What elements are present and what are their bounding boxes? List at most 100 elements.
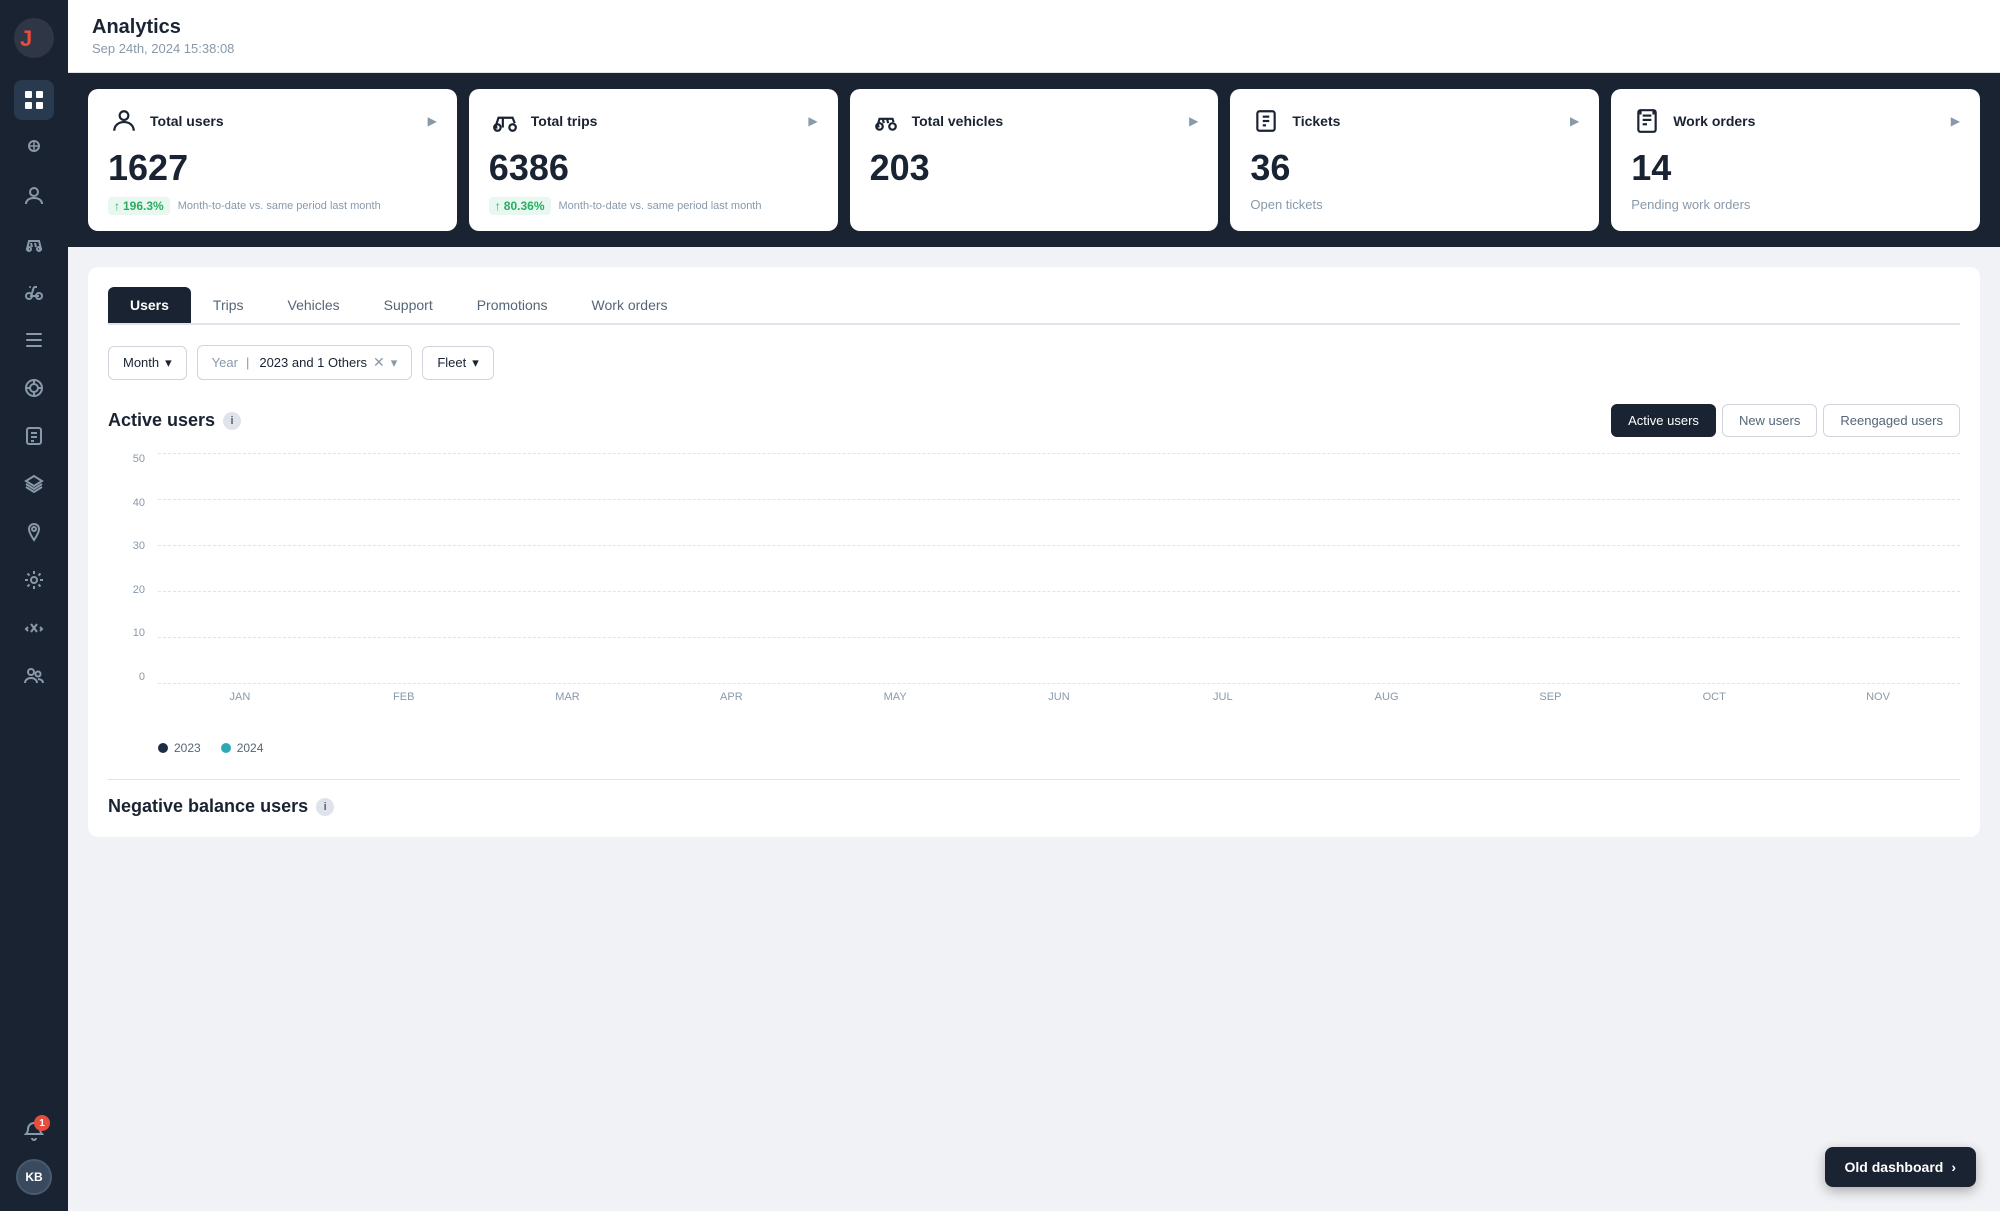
sidebar-item-users[interactable] — [14, 176, 54, 216]
stat-title-total-trips: Total trips — [531, 113, 598, 129]
sidebar-item-location[interactable] — [14, 512, 54, 552]
sidebar-item-vehicles[interactable] — [14, 224, 54, 264]
chart-info-icon[interactable]: i — [223, 412, 241, 430]
chart-legend: 2023 2024 — [108, 741, 1960, 755]
page-subtitle: Sep 24th, 2024 15:38:08 — [92, 41, 234, 56]
stat-icon-total-trips — [489, 105, 521, 137]
sidebar-item-support[interactable] — [14, 368, 54, 408]
stat-arrow-work-orders[interactable]: ▶ — [1951, 114, 1960, 128]
x-axis: JANFEBMARAPRMAYJUNJULAUGSEPOCTNOV — [158, 683, 1960, 733]
stat-sub-tickets: Open tickets — [1250, 197, 1322, 212]
stat-card-work-orders[interactable]: Work orders ▶ 14 Pending work orders — [1611, 89, 1980, 231]
chart-header: Active users i Active usersNew usersReen… — [108, 404, 1960, 437]
stat-card-header-work-orders: Work orders ▶ — [1631, 105, 1960, 137]
stat-card-header-total-vehicles: Total vehicles ▶ — [870, 105, 1199, 137]
sidebar-item-map[interactable] — [14, 128, 54, 168]
year-filter[interactable]: Year | 2023 and 1 Others ✕ ▾ — [197, 345, 413, 380]
tab-support[interactable]: Support — [362, 287, 455, 323]
year-filter-clear[interactable]: ✕ — [373, 354, 385, 371]
main-content: Analytics Sep 24th, 2024 15:38:08 Total … — [68, 0, 2000, 1211]
app-logo[interactable]: J — [12, 16, 56, 60]
stat-value-tickets: 36 — [1250, 147, 1579, 189]
sidebar-notifications[interactable]: 1 — [14, 1111, 54, 1151]
stat-icon-total-vehicles — [870, 105, 902, 137]
sidebar-item-ebikes[interactable] — [14, 272, 54, 312]
bar-chart: 01020304050 JANFEBMARAPRMAYJUNJULAUGSEPO… — [108, 453, 1960, 733]
chart-section: Active users i Active usersNew usersReen… — [108, 404, 1960, 755]
chevron-down-icon: ▾ — [165, 355, 172, 371]
stat-title-tickets: Tickets — [1292, 113, 1340, 129]
tab-vehicles[interactable]: Vehicles — [266, 287, 362, 323]
stat-card-total-vehicles[interactable]: Total vehicles ▶ 203 — [850, 89, 1219, 231]
y-axis-label: 40 — [108, 497, 153, 509]
stat-badge-total-trips: ↑80.36% — [489, 197, 551, 215]
sidebar-item-marketing[interactable] — [14, 608, 54, 648]
stat-card-total-users[interactable]: Total users ▶ 1627 ↑196.3% Month-to-date… — [88, 89, 457, 231]
tab-users[interactable]: Users — [108, 287, 191, 323]
main-card: UsersTripsVehiclesSupportPromotionsWork … — [88, 267, 1980, 837]
stat-desc-total-users: Month-to-date vs. same period last month — [178, 199, 381, 213]
x-axis-label: MAR — [486, 683, 650, 733]
sidebar-item-settings[interactable] — [14, 560, 54, 600]
content-area: UsersTripsVehiclesSupportPromotionsWork … — [68, 247, 2000, 1211]
x-axis-label: OCT — [1632, 683, 1796, 733]
x-axis-label: SEP — [1469, 683, 1633, 733]
toggle-active-users[interactable]: Active users — [1611, 404, 1716, 437]
stat-title-total-users: Total users — [150, 113, 224, 129]
toggle-reengaged-users[interactable]: Reengaged users — [1823, 404, 1960, 437]
tab-work-orders[interactable]: Work orders — [570, 287, 690, 323]
stat-sub-work-orders: Pending work orders — [1631, 197, 1750, 212]
chevron-down-icon: ▾ — [472, 355, 479, 371]
stat-card-header-total-users: Total users ▶ — [108, 105, 437, 137]
stat-icon-tickets — [1250, 105, 1282, 137]
stat-card-total-trips[interactable]: Total trips ▶ 6386 ↑80.36% Month-to-date… — [469, 89, 838, 231]
fleet-filter[interactable]: Fleet ▾ — [422, 346, 493, 380]
x-axis-label: APR — [649, 683, 813, 733]
toggle-new-users[interactable]: New users — [1722, 404, 1817, 437]
filters-bar: Month ▾ Year | 2023 and 1 Others ✕ ▾ Fle… — [108, 345, 1960, 380]
x-axis-label: AUG — [1305, 683, 1469, 733]
y-axis-label: 50 — [108, 453, 153, 465]
sidebar-bottom: 1 KB — [14, 1111, 54, 1195]
bottom-info-icon[interactable]: i — [316, 798, 334, 816]
chevron-down-icon[interactable]: ▾ — [391, 355, 398, 371]
legend-dot-2023 — [158, 743, 168, 753]
x-axis-label: JUL — [1141, 683, 1305, 733]
tab-promotions[interactable]: Promotions — [455, 287, 570, 323]
sidebar-item-team[interactable] — [14, 656, 54, 696]
x-axis-label: JAN — [158, 683, 322, 733]
stat-value-work-orders: 14 — [1631, 147, 1960, 189]
svg-text:J: J — [20, 26, 32, 51]
stat-value-total-trips: 6386 — [489, 147, 818, 189]
legend-dot-2024 — [221, 743, 231, 753]
legend-2023: 2023 — [158, 741, 201, 755]
period-filter[interactable]: Month ▾ — [108, 346, 187, 380]
stat-arrow-total-vehicles[interactable]: ▶ — [1189, 114, 1198, 128]
sidebar-item-layers[interactable] — [14, 464, 54, 504]
stat-footer-total-users: ↑196.3% Month-to-date vs. same period la… — [108, 197, 437, 215]
sidebar: J 1 KB — [0, 0, 68, 1211]
stat-icon-work-orders — [1631, 105, 1663, 137]
stat-arrow-tickets[interactable]: ▶ — [1570, 114, 1579, 128]
old-dashboard-button[interactable]: Old dashboard › — [1825, 1147, 1976, 1187]
bottom-section-title: Negative balance users i — [108, 796, 1960, 817]
legend-2024: 2024 — [221, 741, 264, 755]
x-axis-label: FEB — [322, 683, 486, 733]
sidebar-item-list[interactable] — [14, 320, 54, 360]
x-axis-label: JUN — [977, 683, 1141, 733]
stat-arrow-total-users[interactable]: ▶ — [428, 114, 437, 128]
stat-badge-total-users: ↑196.3% — [108, 197, 170, 215]
stat-card-tickets[interactable]: Tickets ▶ 36 Open tickets — [1230, 89, 1599, 231]
tab-trips[interactable]: Trips — [191, 287, 266, 323]
stat-card-header-tickets: Tickets ▶ — [1250, 105, 1579, 137]
page-title: Analytics — [92, 16, 234, 39]
sidebar-item-reports[interactable] — [14, 416, 54, 456]
stat-arrow-total-trips[interactable]: ▶ — [808, 114, 817, 128]
user-avatar[interactable]: KB — [16, 1159, 52, 1195]
tab-bar: UsersTripsVehiclesSupportPromotionsWork … — [108, 287, 1960, 325]
top-header: Analytics Sep 24th, 2024 15:38:08 — [68, 0, 2000, 73]
x-axis-label: NOV — [1796, 683, 1960, 733]
chart-toggle: Active usersNew usersReengaged users — [1611, 404, 1960, 437]
sidebar-item-dashboard[interactable] — [14, 80, 54, 120]
y-axis-label: 20 — [108, 584, 153, 596]
